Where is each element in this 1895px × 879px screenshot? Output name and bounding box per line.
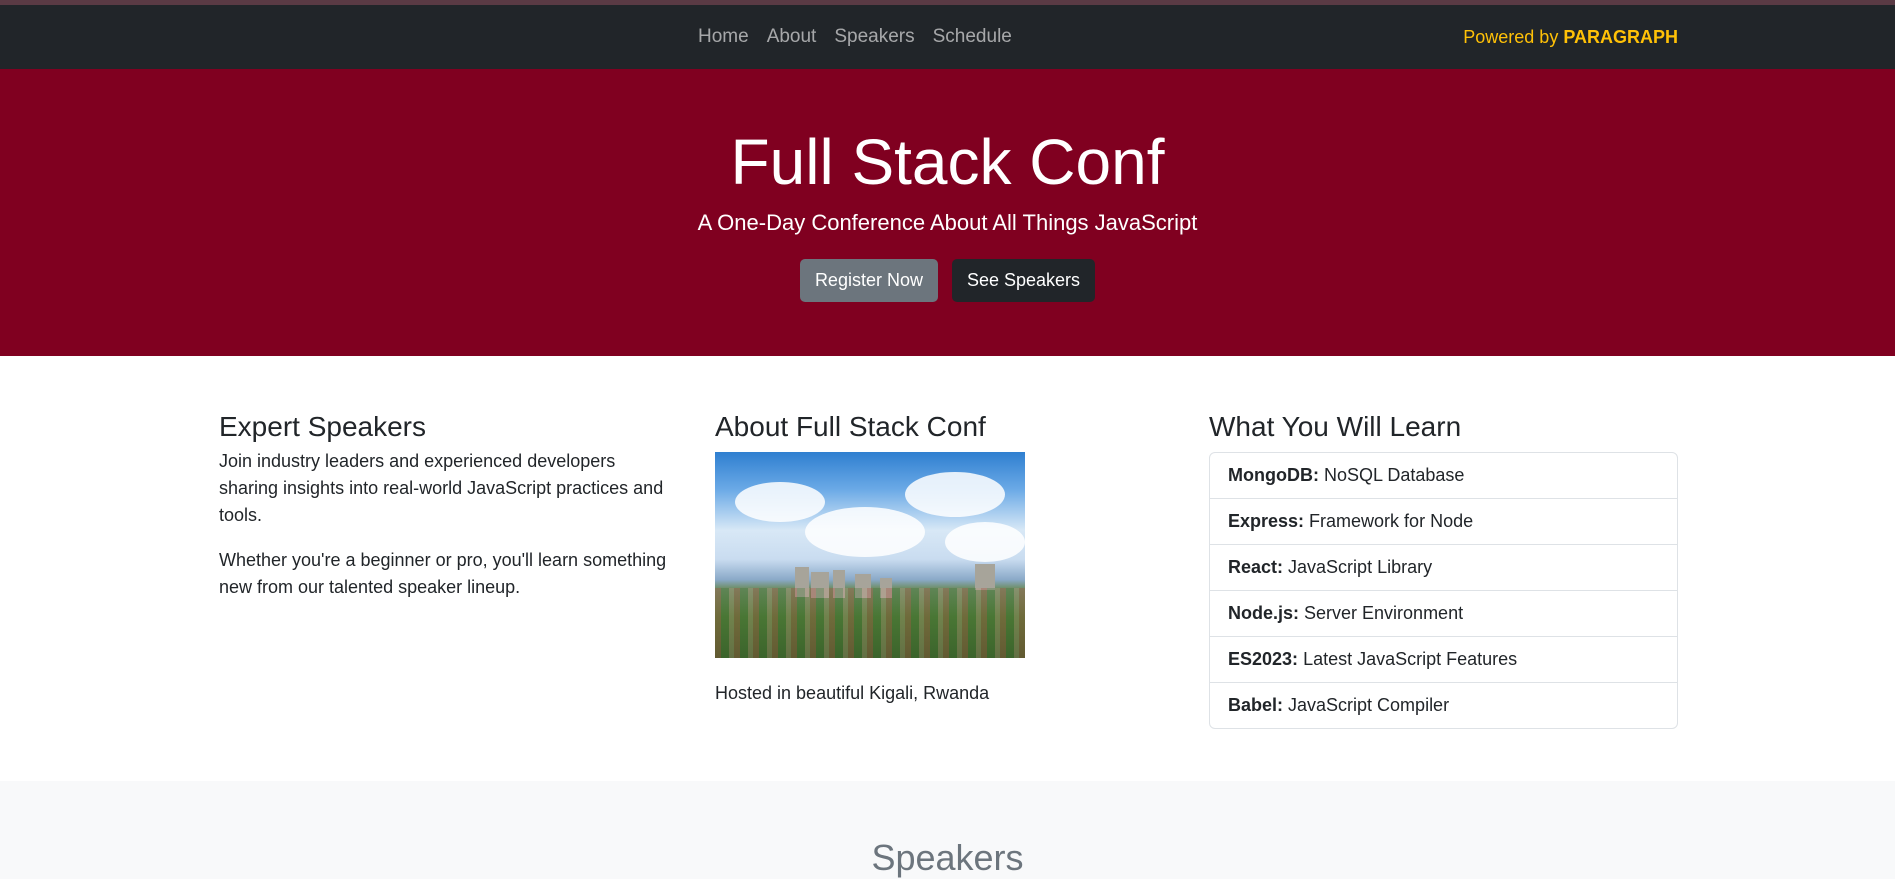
speakers-section: Speakers xyxy=(0,781,1895,879)
about-heading: About Full Stack Conf xyxy=(715,411,986,442)
see-speakers-button[interactable]: See Speakers xyxy=(951,259,1096,302)
nav-link-speakers[interactable]: Speakers xyxy=(834,26,914,48)
navbar: Home About Speakers Schedule Powered by … xyxy=(0,5,1895,69)
nav-links: Home About Speakers Schedule xyxy=(698,5,1030,69)
hero-subtitle: A One-Day Conference About All Things Ja… xyxy=(697,210,1198,235)
learn-item-nodejs: Node.js: Server Environment xyxy=(1210,591,1677,637)
learn-item-name: React: xyxy=(1228,556,1284,577)
learn-list: MongoDB: NoSQL Database Express: Framewo… xyxy=(1209,451,1678,729)
learn-item-desc: Latest JavaScript Features xyxy=(1303,648,1518,669)
expert-speakers-column: Expert Speakers Join industry leaders an… xyxy=(219,410,679,601)
learn-item-name: ES2023: xyxy=(1228,648,1299,669)
learn-item-name: MongoDB: xyxy=(1228,464,1319,485)
learn-item-name: Node.js: xyxy=(1228,602,1300,623)
learn-item-mongodb: MongoDB: NoSQL Database xyxy=(1210,453,1677,499)
nav-link-home[interactable]: Home xyxy=(698,26,749,48)
about-column: About Full Stack Conf Hosted in beautifu… xyxy=(715,410,1175,707)
powered-by-brand[interactable]: PARAGRAPH xyxy=(1563,27,1678,48)
photo-caption: Hosted in beautiful Kigali, Rwanda xyxy=(715,682,990,703)
powered-by-prefix: Powered by xyxy=(1463,26,1559,47)
learn-item-name: Babel: xyxy=(1228,694,1284,715)
learn-item-desc: NoSQL Database xyxy=(1323,464,1465,485)
expert-speakers-text-1: Join industry leaders and experienced de… xyxy=(219,450,664,525)
learn-item-desc: Framework for Node xyxy=(1309,510,1474,531)
nav-link-schedule[interactable]: Schedule xyxy=(933,26,1012,48)
speakers-section-title: Speakers xyxy=(871,837,1024,878)
hero-title: Full Stack Conf xyxy=(730,126,1165,198)
learn-item-desc: JavaScript Library xyxy=(1288,556,1433,577)
hero-buttons: Register Now See Speakers xyxy=(0,259,1895,302)
powered-by: Powered by PARAGRAPH xyxy=(1463,5,1678,69)
learn-item-desc: JavaScript Compiler xyxy=(1288,694,1450,715)
learn-item-babel: Babel: JavaScript Compiler xyxy=(1210,683,1677,728)
kigali-photo xyxy=(715,451,1025,658)
expert-speakers-text-2: Whether you're a beginner or pro, you'll… xyxy=(219,549,667,597)
what-you-will-learn-column: What You Will Learn MongoDB: NoSQL Datab… xyxy=(1209,410,1678,729)
register-now-button[interactable]: Register Now xyxy=(799,259,938,302)
learn-item-express: Express: Framework for Node xyxy=(1210,499,1677,545)
learn-item-desc: Server Environment xyxy=(1304,602,1464,623)
learn-item-react: React: JavaScript Library xyxy=(1210,545,1677,591)
hero-section: Full Stack Conf A One-Day Conference Abo… xyxy=(0,69,1895,356)
nav-link-about[interactable]: About xyxy=(767,26,817,48)
expert-speakers-heading: Expert Speakers xyxy=(219,411,426,442)
learn-item-es2023: ES2023: Latest JavaScript Features xyxy=(1210,637,1677,683)
learn-item-name: Express: xyxy=(1228,510,1305,531)
learn-heading: What You Will Learn xyxy=(1209,411,1462,442)
